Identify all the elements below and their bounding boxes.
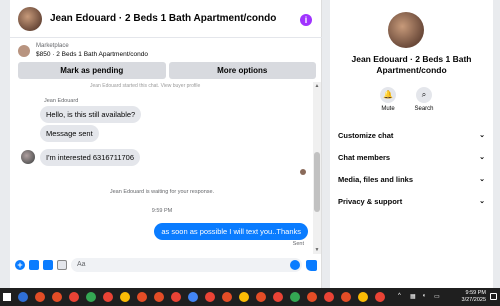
chevron-down-icon: ⌄ bbox=[479, 176, 485, 183]
waiting-note: Jean Edouard is waiting for your respons… bbox=[109, 189, 215, 195]
info-icon[interactable]: i bbox=[300, 14, 312, 26]
taskbar-app-icon[interactable] bbox=[52, 292, 62, 302]
chevron-down-icon: ⌄ bbox=[479, 154, 485, 161]
taskbar-app-icon[interactable] bbox=[205, 292, 215, 302]
taskbar-app-icon[interactable] bbox=[154, 292, 164, 302]
notification-icon[interactable] bbox=[490, 293, 497, 300]
taskbar: ^ ▦ ◖ ▭ 9:59 PM 3/27/2025 bbox=[0, 288, 500, 306]
scroll-up-arrow-icon[interactable]: ▲ bbox=[314, 83, 320, 89]
chat-start-note: Jean Edouard started this chat. View buy… bbox=[90, 83, 201, 89]
chat-title[interactable]: Jean Edouard · 2 Beds 1 Bath Apartment/c… bbox=[50, 13, 276, 24]
emoji-icon[interactable] bbox=[290, 260, 300, 270]
taskbar-app-icon[interactable] bbox=[222, 292, 232, 302]
message-scrollbar[interactable]: ▲ ▼ bbox=[313, 82, 321, 254]
taskbar-app-icon[interactable] bbox=[120, 292, 130, 302]
taskbar-app-icon[interactable] bbox=[103, 292, 113, 302]
taskbar-app-icon[interactable] bbox=[35, 292, 45, 302]
conversation-info-pane: Jean Edouard · 2 Beds 1 Bath Apartment/c… bbox=[330, 0, 493, 288]
taskbar-app-icon[interactable] bbox=[358, 292, 368, 302]
marketplace-listing[interactable]: Marketplace $850 · 2 Beds 1 Bath Apartme… bbox=[18, 42, 314, 59]
taskbar-app-icon[interactable] bbox=[18, 292, 28, 302]
thumbs-up-icon[interactable] bbox=[306, 259, 317, 271]
sender-name: Jean Edouard bbox=[44, 98, 79, 104]
chevron-down-icon: ⌄ bbox=[479, 132, 485, 139]
mute-action[interactable]: 🔔 Mute bbox=[368, 87, 408, 112]
search-icon[interactable]: ⌕ bbox=[416, 87, 432, 103]
contact-avatar[interactable] bbox=[18, 6, 42, 31]
section-label: Customize chat bbox=[338, 130, 394, 140]
message-input[interactable]: Aa bbox=[71, 258, 302, 272]
taskbar-app-icon[interactable] bbox=[86, 292, 96, 302]
message-timestamp: 9:59 PM bbox=[151, 208, 173, 214]
search-action[interactable]: ⌕ Search bbox=[404, 87, 444, 112]
bell-icon[interactable]: 🔔 bbox=[380, 87, 396, 103]
section-label: Privacy & support bbox=[338, 196, 403, 206]
section-label: Media, files and links bbox=[338, 174, 414, 184]
message-list[interactable]: Jean Edouard started this chat. View buy… bbox=[10, 82, 314, 254]
taskbar-clock[interactable]: 9:59 PM 3/27/2025 bbox=[462, 290, 486, 304]
incoming-message[interactable]: Message sent bbox=[40, 125, 99, 142]
info-avatar[interactable] bbox=[388, 12, 424, 48]
search-label: Search bbox=[414, 106, 434, 112]
taskbar-app-icon[interactable] bbox=[137, 292, 147, 302]
incoming-message[interactable]: I'm interested 6316711706 bbox=[40, 149, 141, 166]
windows-start-icon[interactable] bbox=[3, 293, 11, 301]
taskbar-app-icon[interactable] bbox=[188, 292, 198, 302]
volume-icon[interactable]: ◖ bbox=[422, 293, 426, 299]
section-label: Chat members bbox=[338, 152, 391, 162]
sent-status: Sent bbox=[292, 241, 304, 247]
chevron-down-icon: ⌄ bbox=[479, 198, 485, 205]
composer: + Aa bbox=[10, 254, 322, 276]
section-privacy-support[interactable]: Privacy & support ⌄ bbox=[330, 190, 493, 212]
message-input-placeholder: Aa bbox=[77, 261, 86, 268]
taskbar-app-icon[interactable] bbox=[256, 292, 266, 302]
taskbar-app-icon[interactable] bbox=[307, 292, 317, 302]
section-media-files-links[interactable]: Media, files and links ⌄ bbox=[330, 168, 493, 190]
image-icon[interactable] bbox=[29, 260, 39, 270]
taskbar-app-icon[interactable] bbox=[69, 292, 79, 302]
system-tray-chevron-icon[interactable]: ^ bbox=[398, 293, 401, 299]
sticker-icon[interactable] bbox=[43, 260, 53, 270]
info-name: Jean Edouard · 2 Beds 1 Bath Apartment/c… bbox=[351, 54, 472, 75]
taskbar-app-icon[interactable] bbox=[273, 292, 283, 302]
network-icon[interactable]: ▦ bbox=[410, 293, 416, 300]
scroll-down-arrow-icon[interactable]: ▼ bbox=[314, 247, 320, 253]
mark-as-pending-button[interactable]: Mark as pending bbox=[18, 62, 166, 79]
section-chat-members[interactable]: Chat members ⌄ bbox=[330, 146, 493, 168]
chat-pane: Jean Edouard · 2 Beds 1 Bath Apartment/c… bbox=[10, 0, 322, 288]
marketplace-actions: Mark as pending More options bbox=[18, 62, 316, 79]
marketplace-label: Marketplace bbox=[36, 43, 69, 49]
outgoing-message[interactable]: as soon as possible I will text you..Tha… bbox=[154, 223, 308, 240]
gif-icon[interactable] bbox=[57, 260, 67, 270]
taskbar-app-icon[interactable] bbox=[341, 292, 351, 302]
sender-avatar[interactable] bbox=[21, 150, 35, 164]
taskbar-app-icon[interactable] bbox=[290, 292, 300, 302]
read-receipt-avatar bbox=[300, 169, 306, 175]
listing-thumbnail bbox=[18, 45, 30, 57]
battery-icon[interactable]: ▭ bbox=[434, 293, 440, 300]
taskbar-app-icon[interactable] bbox=[171, 292, 181, 302]
mute-label: Mute bbox=[381, 106, 395, 112]
taskbar-app-icon[interactable] bbox=[375, 292, 385, 302]
scroll-thumb[interactable] bbox=[314, 152, 320, 212]
taskbar-app-icon[interactable] bbox=[324, 292, 334, 302]
plus-icon[interactable]: + bbox=[15, 260, 25, 270]
incoming-message[interactable]: Hello, is this still available? bbox=[40, 106, 142, 123]
listing-title: $850 · 2 Beds 1 Bath Apartment/condo bbox=[36, 51, 149, 58]
chat-header: Jean Edouard · 2 Beds 1 Bath Apartment/c… bbox=[10, 0, 322, 38]
taskbar-app-icon[interactable] bbox=[239, 292, 249, 302]
section-customize-chat[interactable]: Customize chat ⌄ bbox=[330, 124, 493, 146]
clock-date: 3/27/2025 bbox=[461, 297, 486, 303]
more-options-button[interactable]: More options bbox=[168, 62, 316, 79]
clock-time: 9:59 PM bbox=[465, 290, 486, 296]
